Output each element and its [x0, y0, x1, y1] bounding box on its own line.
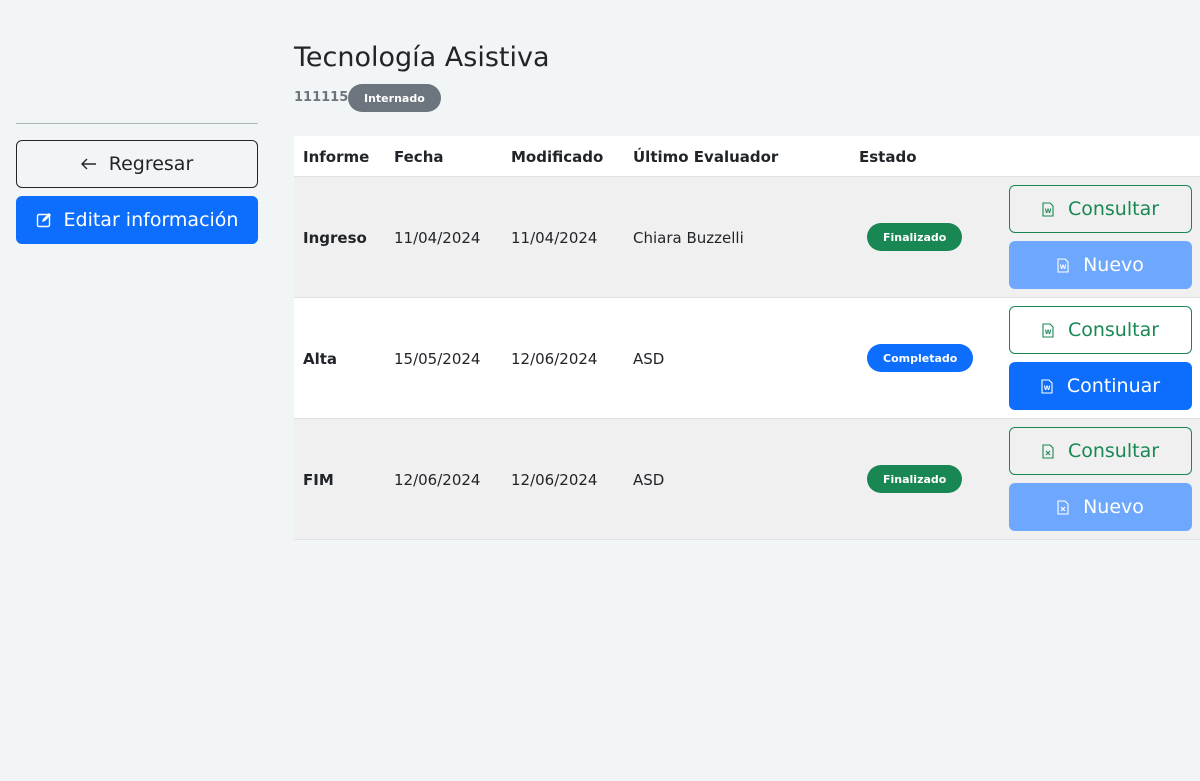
column-header-evaluador: Último Evaluador: [633, 148, 779, 166]
modificado-cell: 12/06/2024: [511, 471, 598, 489]
informe-cell: FIM: [303, 471, 334, 489]
continue-report-button[interactable]: W Continuar: [1009, 362, 1192, 410]
word-file-icon: W: [1042, 201, 1054, 217]
arrow-left-icon: [80, 158, 97, 170]
word-file-icon: W: [1057, 257, 1069, 273]
modificado-cell: 11/04/2024: [511, 229, 598, 247]
table-row: FIM 12/06/2024 12/06/2024 ASD Finalizado…: [294, 419, 1200, 540]
svg-text:W: W: [1045, 208, 1052, 215]
new-report-button-label: Nuevo: [1083, 496, 1144, 518]
reports-table: Informe Fecha Modificado Último Evaluado…: [294, 136, 1200, 540]
edit-square-icon: [36, 212, 52, 228]
consult-button[interactable]: W Consultar: [1009, 306, 1192, 354]
column-header-fecha: Fecha: [394, 148, 444, 166]
evaluador-cell: Chiara Buzzelli: [633, 229, 744, 247]
table-row: Ingreso 11/04/2024 11/04/2024 Chiara Buz…: [294, 177, 1200, 298]
consult-button-label: Consultar: [1067, 319, 1160, 341]
svg-text:W: W: [1045, 329, 1052, 336]
continue-report-button-label: Continuar: [1066, 375, 1161, 397]
estado-badge: Finalizado: [867, 223, 963, 251]
consult-button[interactable]: Consultar: [1009, 427, 1192, 475]
evaluador-cell: ASD: [633, 471, 665, 489]
excel-file-icon: [1057, 499, 1069, 515]
modificado-cell: 12/06/2024: [511, 350, 598, 368]
new-report-button[interactable]: W Nuevo: [1009, 241, 1192, 289]
back-button-label: Regresar: [108, 153, 194, 175]
new-report-button-label: Nuevo: [1083, 254, 1144, 276]
edit-info-button[interactable]: Editar información: [16, 196, 258, 244]
status-badge: Internado: [348, 84, 441, 112]
word-file-icon: W: [1041, 378, 1053, 394]
fecha-cell: 12/06/2024: [394, 471, 481, 489]
record-code: 111115: [294, 90, 349, 105]
estado-badge: Completado: [867, 344, 974, 372]
estado-badge: Finalizado: [867, 465, 963, 493]
evaluador-cell: ASD: [633, 350, 665, 368]
fecha-cell: 11/04/2024: [394, 229, 481, 247]
edit-info-button-label: Editar información: [63, 209, 239, 231]
excel-file-icon: [1042, 443, 1054, 459]
informe-cell: Alta: [303, 350, 338, 368]
table-row: Alta 15/05/2024 12/06/2024 ASD Completad…: [294, 298, 1200, 419]
column-header-modificado: Modificado: [511, 148, 604, 166]
column-header-estado: Estado: [859, 148, 917, 166]
svg-text:W: W: [1060, 264, 1067, 271]
page-title: Tecnología Asistiva: [294, 42, 550, 73]
table-header: Informe Fecha Modificado Último Evaluado…: [294, 136, 1200, 177]
column-header-informe: Informe: [303, 148, 370, 166]
fecha-cell: 15/05/2024: [394, 350, 481, 368]
svg-text:W: W: [1044, 385, 1051, 392]
consult-button-label: Consultar: [1067, 198, 1160, 220]
word-file-icon: W: [1042, 322, 1054, 338]
consult-button[interactable]: W Consultar: [1009, 185, 1192, 233]
back-button[interactable]: Regresar: [16, 140, 258, 188]
informe-cell: Ingreso: [303, 229, 367, 247]
consult-button-label: Consultar: [1067, 440, 1160, 462]
new-report-button[interactable]: Nuevo: [1009, 483, 1192, 531]
sidebar-divider: [16, 123, 258, 124]
